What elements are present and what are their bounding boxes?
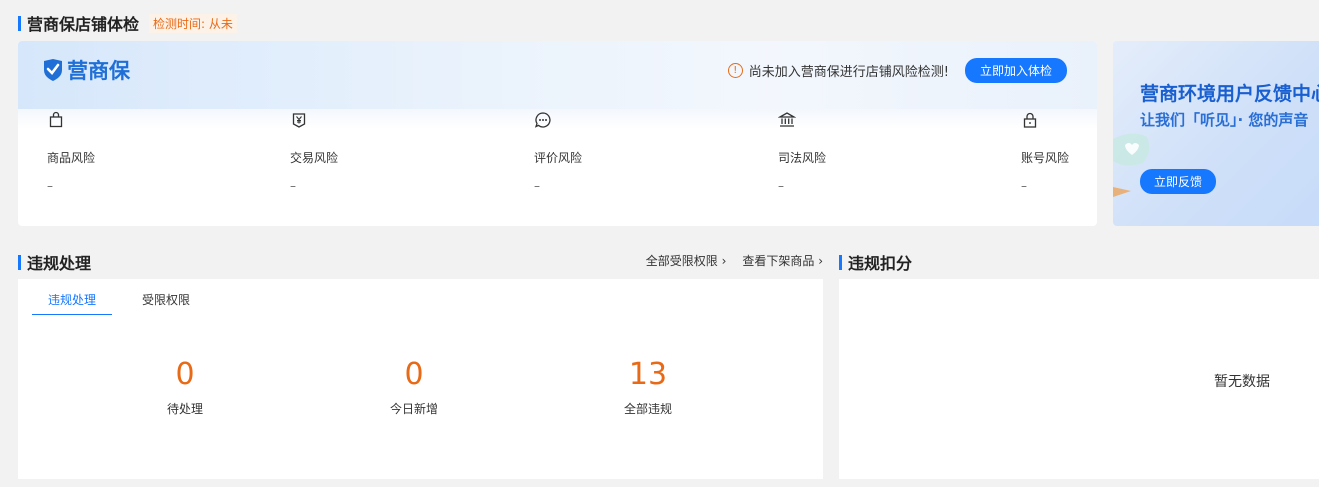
store-risk-card: 营商保 ! 尚未加入营商保进行店铺风险检测! 立即加入体检 商品风险 – 交易风… xyxy=(18,41,1097,226)
risk-item-trade[interactable]: 交易风险 – xyxy=(290,111,338,193)
title-accent-bar xyxy=(18,15,21,31)
lock-icon xyxy=(1023,112,1037,128)
violations-links: 全部受限权限 › 查看下架商品 › xyxy=(630,252,823,269)
stat-pending[interactable]: 0 待处理 xyxy=(125,357,245,417)
violations-tabs: 违规处理 受限权限 xyxy=(32,291,220,315)
stat-new-today[interactable]: 0 今日新增 xyxy=(354,357,474,417)
title-accent-bar xyxy=(839,254,842,270)
all-restricted-permissions-link[interactable]: 全部受限权限 › xyxy=(646,252,727,269)
risk-value: – xyxy=(290,179,296,193)
courthouse-icon xyxy=(778,112,796,127)
risk-label: 商品风险 xyxy=(47,151,96,165)
risk-label: 交易风险 xyxy=(290,151,339,165)
feedback-banner[interactable]: 营商环境用户反馈中心 让我们「听见」· 您的声音 立即反馈 xyxy=(1113,41,1319,226)
risk-value: – xyxy=(778,179,784,193)
shield-check-icon xyxy=(44,59,62,81)
banner-subtitle: 让我们「听见」· 您的声音 xyxy=(1140,111,1309,129)
empty-state-text: 暂无数据 xyxy=(1214,374,1270,390)
deductions-title: 违规扣分 xyxy=(848,254,913,273)
chat-bubble-icon xyxy=(534,112,551,128)
tab-restricted-permissions[interactable]: 受限权限 xyxy=(126,291,206,315)
join-notice: ! 尚未加入营商保进行店铺风险检测! 立即加入体检 xyxy=(727,58,1067,83)
risk-item-product[interactable]: 商品风险 – xyxy=(47,111,95,193)
stat-value: 0 xyxy=(175,357,195,392)
store-check-title: 营商保店铺体检 检测时间: 从未 xyxy=(18,11,237,35)
join-check-button[interactable]: 立即加入体检 xyxy=(964,58,1067,83)
risk-value: – xyxy=(47,179,53,193)
tab-violations[interactable]: 违规处理 xyxy=(32,291,113,315)
page-title: 营商保店铺体检 xyxy=(27,15,140,34)
logo-text: 营商保 xyxy=(67,59,130,83)
stat-label: 今日新增 xyxy=(389,402,438,416)
warning-icon: ! xyxy=(727,63,743,78)
risk-value: – xyxy=(1021,179,1027,193)
stat-label: 全部违规 xyxy=(623,402,672,416)
risk-item-review[interactable]: 评价风险 – xyxy=(534,111,582,193)
card-hero-fade xyxy=(18,109,1097,129)
violations-card: 违规处理 受限权限 0 待处理 0 今日新增 13 全部违规 xyxy=(18,279,823,479)
yingshangbao-logo: 营商保 xyxy=(42,55,130,85)
check-time-badge: 检测时间: 从未 xyxy=(149,13,237,33)
stat-label: 待处理 xyxy=(166,402,203,416)
risk-item-account[interactable]: 账号风险 – xyxy=(1021,111,1069,193)
stat-value: 0 xyxy=(404,357,424,392)
violations-section-title: 违规处理 xyxy=(18,250,91,274)
banner-title: 营商环境用户反馈中心 xyxy=(1140,83,1319,105)
risk-label: 账号风险 xyxy=(1021,151,1070,165)
violations-title: 违规处理 xyxy=(27,254,92,273)
risk-item-judicial[interactable]: 司法风险 – xyxy=(778,111,826,193)
risk-label: 司法风险 xyxy=(778,151,827,165)
title-accent-bar xyxy=(18,254,21,270)
shopping-bag-icon xyxy=(49,111,63,128)
stat-all-violations[interactable]: 13 全部违规 xyxy=(588,357,708,417)
deductions-card: 暂无数据 xyxy=(839,279,1319,479)
view-delisted-products-link[interactable]: 查看下架商品 › xyxy=(742,252,823,269)
risk-value: – xyxy=(534,179,540,193)
deductions-section-title: 违规扣分 xyxy=(839,250,912,274)
risk-label: 评价风险 xyxy=(534,151,583,165)
stat-value: 13 xyxy=(628,357,668,392)
join-notice-text: 尚未加入营商保进行店铺风险检测! xyxy=(748,65,949,80)
yen-receipt-icon xyxy=(292,113,306,128)
feedback-button[interactable]: 立即反馈 xyxy=(1140,169,1217,194)
